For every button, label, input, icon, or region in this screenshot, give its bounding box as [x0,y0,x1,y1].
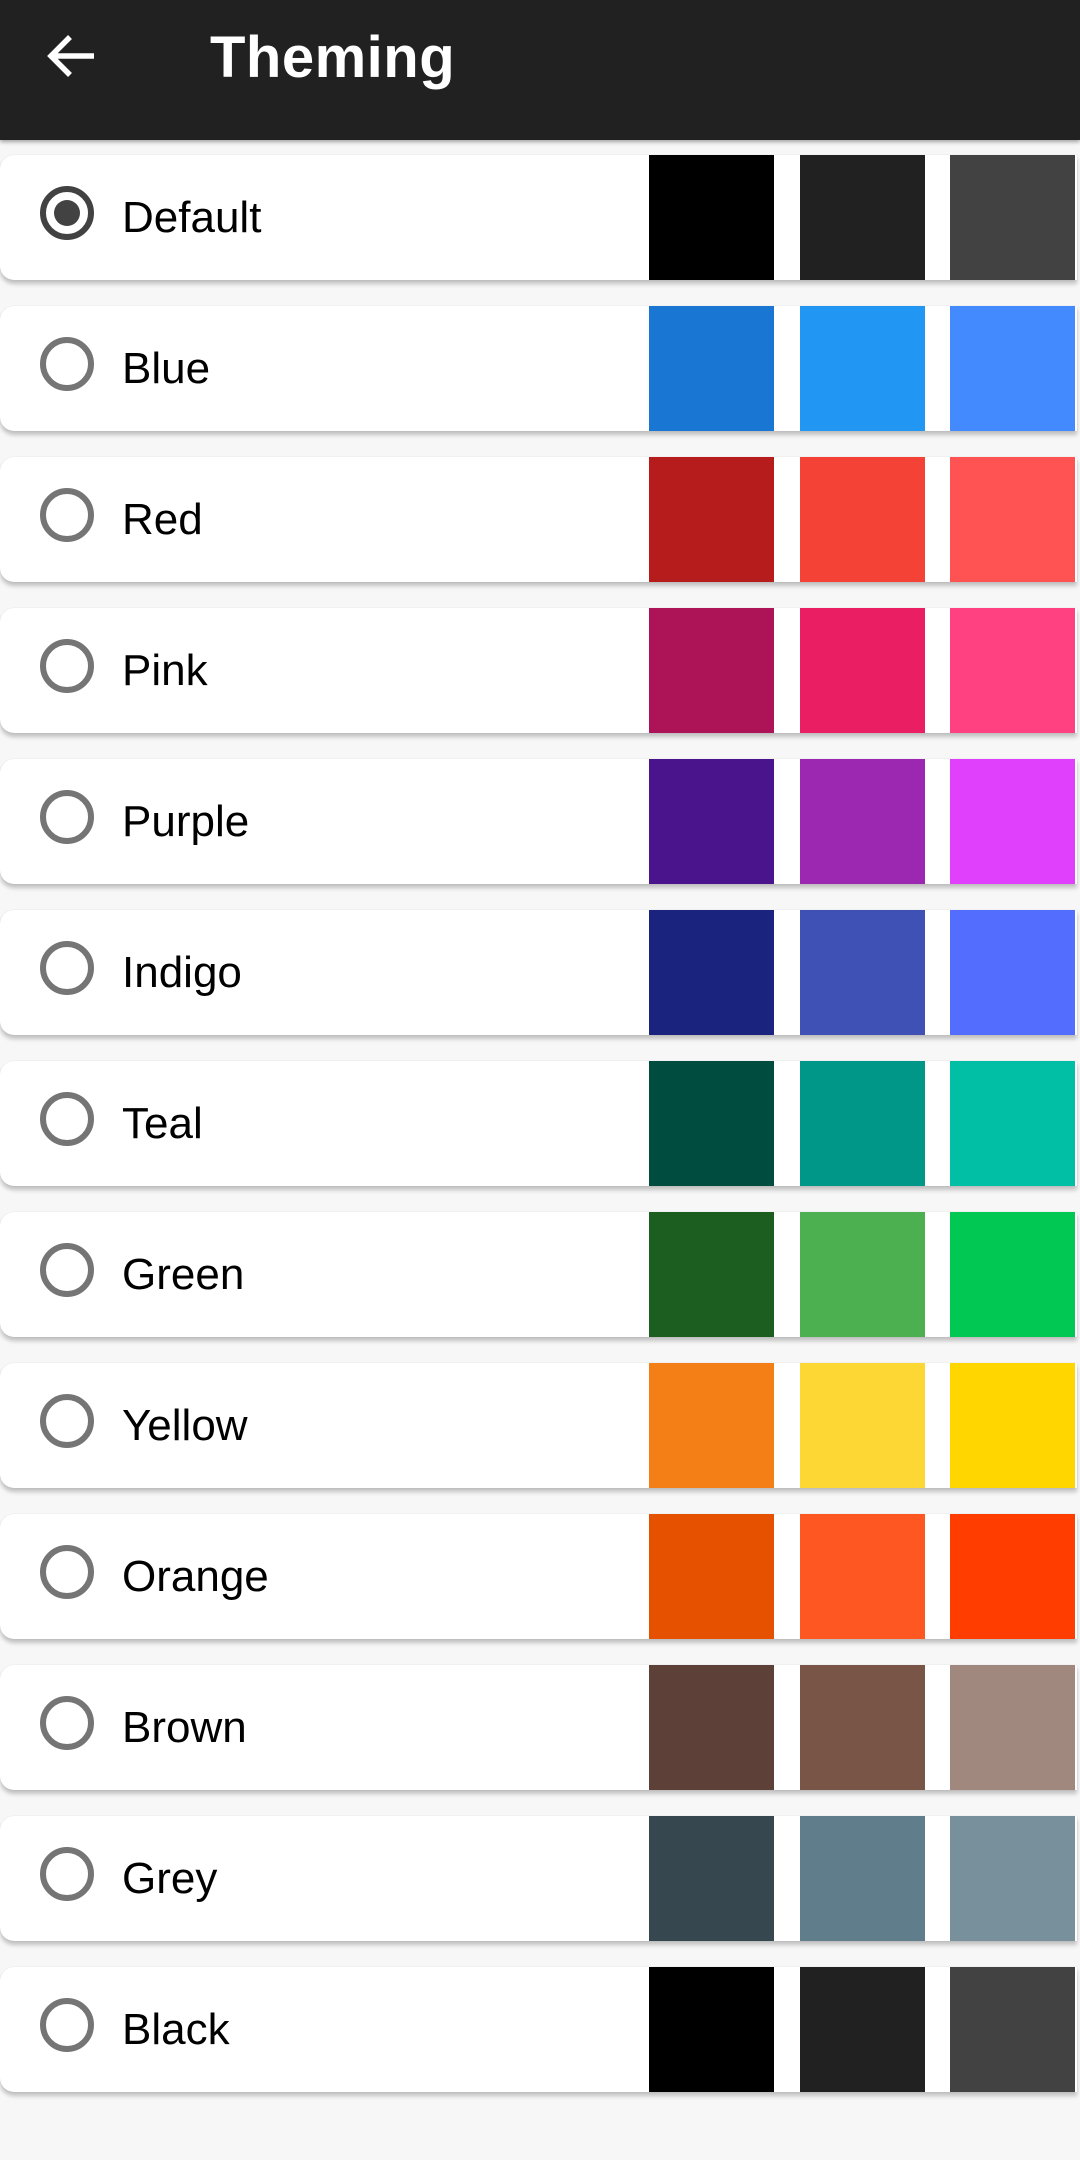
theme-radio-button[interactable] [40,1092,94,1146]
primary-swatch [800,910,925,1035]
theme-option-default[interactable]: Default [0,155,1077,280]
theme-label: Blue [122,344,211,393]
theme-option-indigo[interactable]: Indigo [0,910,1077,1035]
primary-swatch [800,1967,925,2092]
accent-swatch [950,1212,1075,1337]
primary-dark-swatch [649,1514,774,1639]
primary-dark-swatch [649,1665,774,1790]
theme-label: Yellow [122,1401,248,1450]
primary-swatch [800,759,925,884]
theme-radio-button[interactable] [40,1998,94,2052]
theme-label: Brown [122,1703,247,1752]
primary-dark-swatch [649,910,774,1035]
accent-swatch [950,910,1075,1035]
theme-radio-button[interactable] [40,186,94,240]
theme-option-green[interactable]: Green [0,1212,1077,1337]
primary-swatch [800,1665,925,1790]
theme-option-red[interactable]: Red [0,457,1077,582]
primary-dark-swatch [649,457,774,582]
theme-label: Orange [122,1552,269,1601]
theme-radio-button[interactable] [40,1696,94,1750]
primary-dark-swatch [649,1816,774,1941]
theme-radio-button[interactable] [40,1545,94,1599]
primary-dark-swatch [649,608,774,733]
arrow-left-icon [44,28,100,89]
primary-dark-swatch [649,1363,774,1488]
theme-radio-button[interactable] [40,639,94,693]
theme-option-orange[interactable]: Orange [0,1514,1077,1639]
theme-radio-button[interactable] [40,941,94,995]
primary-dark-swatch [649,306,774,431]
primary-dark-swatch [649,155,774,280]
theme-radio-button[interactable] [40,337,94,391]
page-title: Theming [210,25,456,90]
accent-swatch [950,155,1075,280]
accent-swatch [950,1363,1075,1488]
theme-radio-button[interactable] [40,1847,94,1901]
back-button[interactable] [36,22,108,94]
primary-swatch [800,1514,925,1639]
primary-dark-swatch [649,759,774,884]
theme-label: Pink [122,646,208,695]
accent-swatch [950,1816,1075,1941]
accent-swatch [950,1061,1075,1186]
theme-radio-button[interactable] [40,1243,94,1297]
theme-radio-button[interactable] [40,488,94,542]
primary-swatch [800,306,925,431]
theme-option-teal[interactable]: Teal [0,1061,1077,1186]
theme-radio-button[interactable] [40,1394,94,1448]
theme-label: Purple [122,797,250,846]
accent-swatch [950,608,1075,733]
app-bar: Theming [0,0,1080,140]
primary-swatch [800,608,925,733]
theme-option-purple[interactable]: Purple [0,759,1077,884]
theme-radio-button[interactable] [40,790,94,844]
theme-option-black[interactable]: Black [0,1967,1077,2092]
primary-swatch [800,155,925,280]
theme-label: Indigo [122,948,242,997]
theme-label: Black [122,2005,230,2054]
accent-swatch [950,759,1075,884]
accent-swatch [950,1514,1075,1639]
theme-label: Default [122,193,262,242]
theme-label: Teal [122,1099,203,1148]
theme-label: Green [122,1250,245,1299]
accent-swatch [950,1967,1075,2092]
primary-dark-swatch [649,1212,774,1337]
theme-option-brown[interactable]: Brown [0,1665,1077,1790]
primary-swatch [800,1061,925,1186]
primary-swatch [800,457,925,582]
theme-option-grey[interactable]: Grey [0,1816,1077,1941]
primary-dark-swatch [649,1967,774,2092]
accent-swatch [950,306,1075,431]
primary-dark-swatch [649,1061,774,1186]
theme-option-blue[interactable]: Blue [0,306,1077,431]
theme-option-pink[interactable]: Pink [0,608,1077,733]
accent-swatch [950,457,1075,582]
accent-swatch [950,1665,1075,1790]
primary-swatch [800,1363,925,1488]
primary-swatch [800,1212,925,1337]
theme-label: Grey [122,1854,218,1903]
theme-option-yellow[interactable]: Yellow [0,1363,1077,1488]
theme-label: Red [122,495,203,544]
primary-swatch [800,1816,925,1941]
